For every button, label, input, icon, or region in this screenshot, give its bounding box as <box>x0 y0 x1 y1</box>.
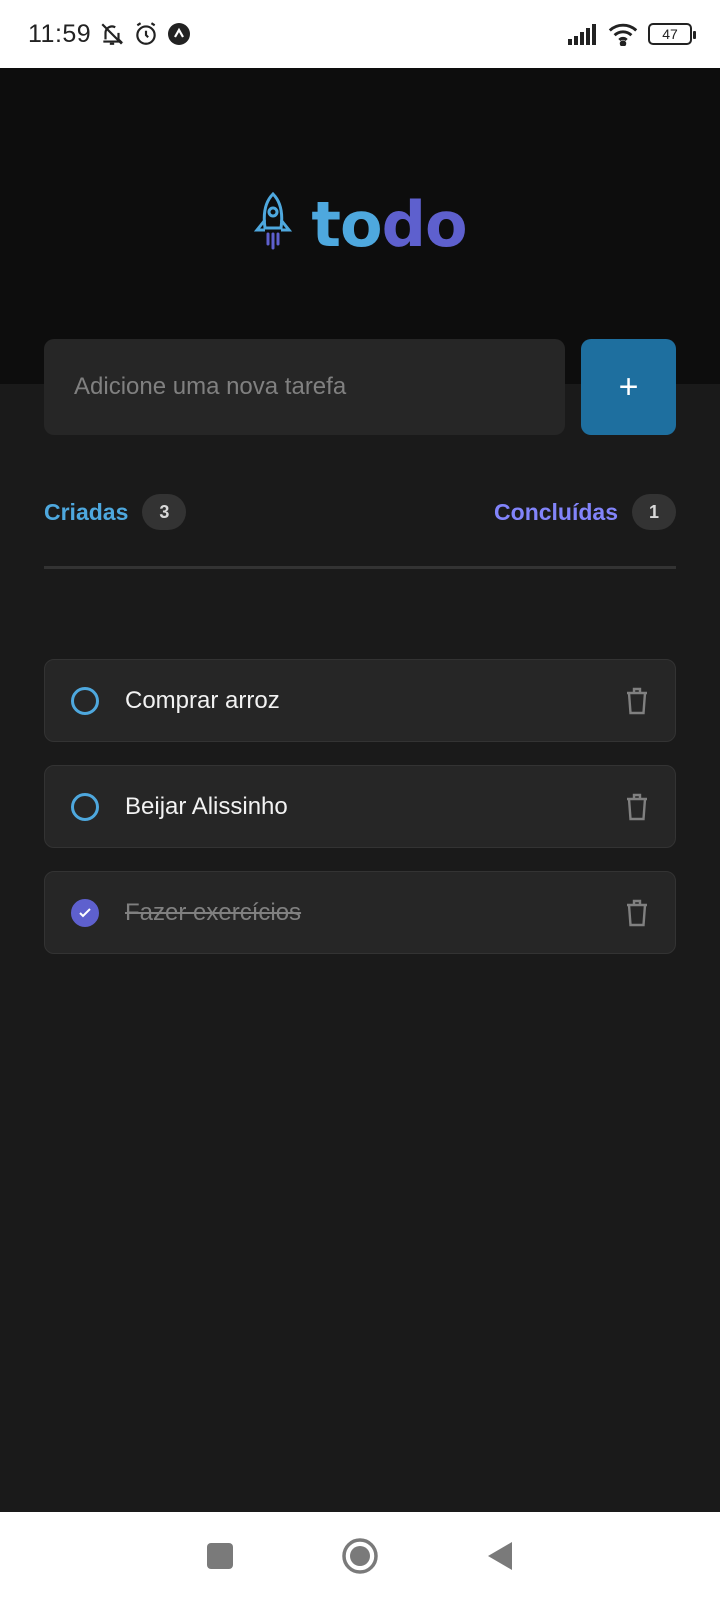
home-icon[interactable] <box>340 1536 380 1576</box>
task-checkbox[interactable] <box>71 792 99 821</box>
created-count-badge: 3 <box>142 494 187 530</box>
done-counter: Concluídas 1 <box>494 494 676 530</box>
bell-off-icon <box>99 21 125 47</box>
created-counter: Criadas 3 <box>44 494 187 530</box>
logo-text-do: do <box>381 188 468 261</box>
signal-icon <box>568 23 598 45</box>
alarm-icon <box>133 21 159 47</box>
recent-apps-icon[interactable] <box>200 1536 240 1576</box>
done-label: Concluídas <box>494 498 618 525</box>
task-list: Comprar arroz Beijar Alissinho Fazer exe… <box>44 659 676 977</box>
task-checkbox[interactable] <box>71 686 99 715</box>
status-left: 11:59 <box>28 20 191 49</box>
header: todo <box>0 68 720 384</box>
task-text: Beijar Alissinho <box>125 792 288 820</box>
logo: todo <box>0 188 720 261</box>
task-item: Comprar arroz <box>44 659 676 742</box>
plus-icon: + <box>618 367 639 406</box>
app-notification-icon <box>167 22 191 46</box>
navigation-bar <box>0 1512 720 1600</box>
trash-icon[interactable] <box>623 897 651 929</box>
task-counters: Criadas 3 Concluídas 1 <box>44 492 676 532</box>
created-label: Criadas <box>44 498 129 525</box>
divider <box>44 566 676 569</box>
new-task-input[interactable] <box>44 339 565 435</box>
task-text-done: Fazer exercícios <box>125 898 302 926</box>
logo-text: todo <box>311 188 468 261</box>
add-task-button[interactable]: + <box>581 339 676 435</box>
rocket-icon <box>253 191 293 257</box>
battery-level: 47 <box>662 26 678 42</box>
done-count-badge: 1 <box>632 494 676 530</box>
logo-text-to: to <box>311 188 382 261</box>
trash-icon[interactable] <box>623 791 651 823</box>
new-task-row: + <box>44 339 676 435</box>
task-checkbox-checked[interactable] <box>71 898 99 927</box>
battery-icon: 47 <box>648 23 696 45</box>
task-text: Comprar arroz <box>125 686 280 714</box>
status-bar: 11:59 47 <box>0 0 720 68</box>
status-right: 47 <box>568 22 696 46</box>
wifi-icon <box>608 22 638 46</box>
back-icon[interactable] <box>480 1536 520 1576</box>
trash-icon[interactable] <box>623 685 651 717</box>
task-item: Fazer exercícios <box>44 871 676 954</box>
status-time: 11:59 <box>28 19 92 48</box>
task-item: Beijar Alissinho <box>44 765 676 848</box>
